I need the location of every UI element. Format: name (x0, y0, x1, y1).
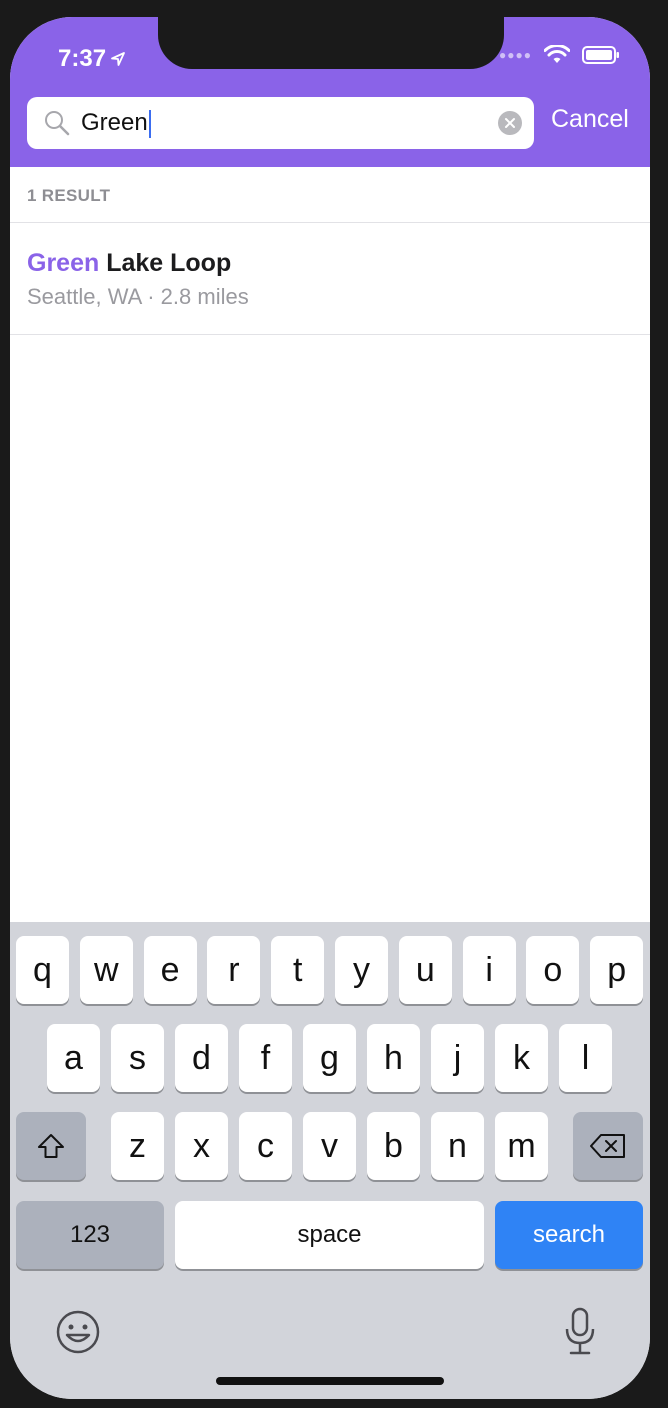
shift-icon (38, 1134, 64, 1158)
key-z[interactable]: z (111, 1112, 164, 1180)
search-field[interactable]: Green (27, 97, 534, 149)
key-w[interactable]: w (79, 936, 133, 1004)
key-g[interactable]: g (303, 1024, 356, 1092)
key-f[interactable]: f (239, 1024, 292, 1092)
device-notch (158, 17, 504, 69)
key-c[interactable]: c (239, 1112, 292, 1180)
signal-dots-icon: ●●●● (499, 48, 532, 62)
result-title: Green Lake Loop (27, 249, 231, 278)
key-i[interactable]: i (462, 936, 516, 1004)
key-q[interactable]: q (16, 936, 69, 1004)
wifi-icon (544, 45, 570, 63)
key-s[interactable]: s (111, 1024, 164, 1092)
key-a[interactable]: a (47, 1024, 100, 1092)
key-h[interactable]: h (367, 1024, 420, 1092)
close-icon (505, 118, 515, 128)
key-k[interactable]: k (495, 1024, 548, 1092)
cancel-button[interactable]: Cancel (551, 105, 629, 134)
search-key[interactable]: search (495, 1201, 643, 1269)
space-key[interactable]: space (175, 1201, 484, 1269)
time-label: 7:37 (58, 45, 107, 72)
search-icon (45, 111, 70, 136)
shift-key[interactable] (16, 1112, 86, 1180)
key-m[interactable]: m (495, 1112, 548, 1180)
key-b[interactable]: b (367, 1112, 420, 1180)
search-input[interactable]: Green (81, 97, 151, 149)
result-subtitle: Seattle, WA · 2.8 miles (27, 284, 249, 309)
key-u[interactable]: u (398, 936, 452, 1004)
status-indicators: ●●●● (499, 45, 620, 65)
result-title-highlight: Green (27, 249, 100, 277)
emoji-icon[interactable] (55, 1309, 101, 1355)
key-v[interactable]: v (303, 1112, 356, 1180)
key-o[interactable]: o (526, 936, 580, 1004)
key-y[interactable]: y (335, 936, 388, 1004)
key-j[interactable]: j (431, 1024, 484, 1092)
numbers-key[interactable]: 123 (16, 1201, 164, 1269)
key-d[interactable]: d (175, 1024, 228, 1092)
result-title-rest: Lake Loop (99, 249, 232, 277)
key-l[interactable]: l (559, 1024, 612, 1092)
key-x[interactable]: x (175, 1112, 228, 1180)
search-header: 7:37 ●●●● Green Cancel (10, 17, 650, 167)
home-indicator (216, 1377, 444, 1385)
key-r[interactable]: r (207, 936, 261, 1004)
results-count: 1 RESULT (27, 186, 111, 205)
key-t[interactable]: t (271, 936, 325, 1004)
results-section-header: 1 RESULT (10, 167, 650, 223)
key-e[interactable]: e (143, 936, 197, 1004)
delete-icon (590, 1134, 625, 1158)
battery-icon (582, 46, 619, 64)
key-n[interactable]: n (431, 1112, 484, 1180)
clear-search-button[interactable] (498, 111, 522, 135)
phone-screen: 7:37 ●●●● Green Cancel 1 RESULT Green La… (10, 17, 650, 1399)
text-caret (148, 109, 151, 138)
backspace-key[interactable] (573, 1112, 643, 1180)
microphone-icon[interactable] (562, 1307, 598, 1357)
location-arrow-icon (111, 52, 125, 66)
search-input-text: Green (81, 109, 148, 136)
list-item[interactable]: Green Lake Loop Seattle, WA · 2.8 miles (10, 222, 650, 335)
on-screen-keyboard: qwertyuiop asdfghjkl zxcvbnm 123 space s… (10, 922, 650, 1399)
key-p[interactable]: p (590, 936, 644, 1004)
status-time: 7:37 (58, 45, 126, 73)
